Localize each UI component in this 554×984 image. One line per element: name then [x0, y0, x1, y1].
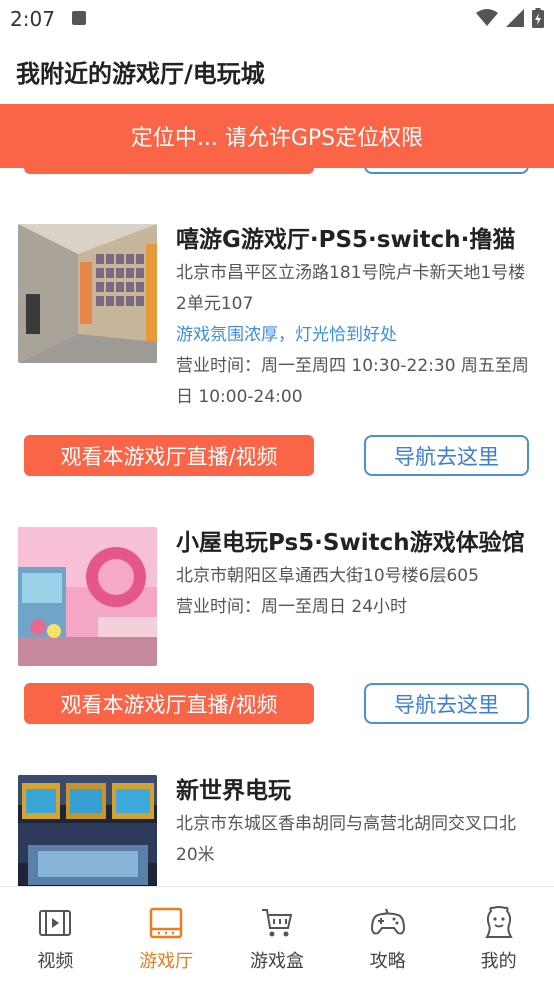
- previous-live-button[interactable]: [24, 168, 314, 174]
- tab-label: 攻略: [369, 951, 406, 972]
- arcade-name[interactable]: 小屋电玩Ps5·Switch游戏体验馆: [176, 527, 536, 559]
- arcade-thumbnail[interactable]: [18, 224, 157, 363]
- film-icon: [39, 910, 72, 936]
- arcade-info: 新世界电玩 北京市东城区香串胡同与高营北胡同交叉口北20米: [176, 775, 536, 871]
- gps-permission-banner[interactable]: 定位中... 请允许GPS定位权限: [0, 104, 554, 168]
- arcade-thumbnail[interactable]: [18, 527, 157, 666]
- arcade-info: 小屋电玩Ps5·Switch游戏体验馆 北京市朝阳区阜通西大街10号楼6层605…: [176, 527, 536, 623]
- arcade-address: 北京市朝阳区阜通西大街10号楼6层605: [176, 566, 479, 586]
- previous-card-buttons: [0, 168, 554, 174]
- arcade-hours: 营业时间：周一至周四 10:30-22:30 周五至周日 10:00-24:00: [176, 356, 529, 407]
- tab-game-box[interactable]: 游戏盒: [222, 887, 333, 984]
- arcade-hours: 营业时间：周一至周日 24小时: [176, 597, 408, 617]
- wifi-icon: [476, 9, 498, 26]
- person-face-icon: [484, 906, 513, 938]
- previous-nav-button[interactable]: [364, 168, 529, 174]
- tab-video[interactable]: 视频: [0, 887, 111, 984]
- arcade-address: 北京市东城区香串胡同与高营北胡同交叉口北20米: [176, 814, 516, 865]
- arcade-name[interactable]: 嘻游G游戏厅·PS5·switch·撸猫: [176, 224, 536, 256]
- arcade-thumbnail[interactable]: [18, 775, 157, 886]
- watch-live-button[interactable]: 观看本游戏厅直播/视频: [24, 683, 314, 724]
- arcade-tag: 游戏氛围浓厚，灯光恰到好处: [176, 325, 397, 345]
- tab-guide[interactable]: 攻略: [332, 887, 443, 984]
- tab-label: 视频: [37, 951, 74, 972]
- arcade-screen-icon: [149, 907, 183, 939]
- bottom-tab-bar: 视频 游戏厅 游戏盒 攻略 我的: [0, 886, 554, 984]
- watch-live-button[interactable]: 观看本游戏厅直播/视频: [24, 435, 314, 476]
- signal-icon: [506, 9, 524, 27]
- arcade-name[interactable]: 新世界电玩: [176, 775, 536, 807]
- gamepad-icon: [370, 908, 405, 935]
- tab-label: 游戏厅: [139, 951, 194, 972]
- cart-icon: [261, 909, 293, 937]
- arcade-info: 嘻游G游戏厅·PS5·switch·撸猫 北京市昌平区立汤路181号院卢卡新天地…: [176, 224, 536, 413]
- arcade-address: 北京市昌平区立汤路181号院卢卡新天地1号楼2单元107: [176, 263, 526, 314]
- navigate-button[interactable]: 导航去这里: [364, 683, 529, 724]
- tab-label: 我的: [480, 951, 517, 972]
- status-icons: [476, 8, 544, 28]
- tab-mine[interactable]: 我的: [443, 887, 554, 984]
- page-title: 我附近的游戏厅/电玩城: [16, 60, 265, 88]
- tab-arcade[interactable]: 游戏厅: [111, 887, 222, 984]
- battery-icon: [532, 8, 544, 28]
- navigate-button[interactable]: 导航去这里: [364, 435, 529, 476]
- status-time: 2:07: [10, 7, 55, 31]
- status-bar: 2:07: [0, 0, 554, 36]
- notification-icon: [72, 11, 86, 25]
- arcade-list[interactable]: 嘻游G游戏厅·PS5·switch·撸猫 北京市昌平区立汤路181号院卢卡新天地…: [0, 168, 554, 886]
- tab-label: 游戏盒: [249, 951, 304, 972]
